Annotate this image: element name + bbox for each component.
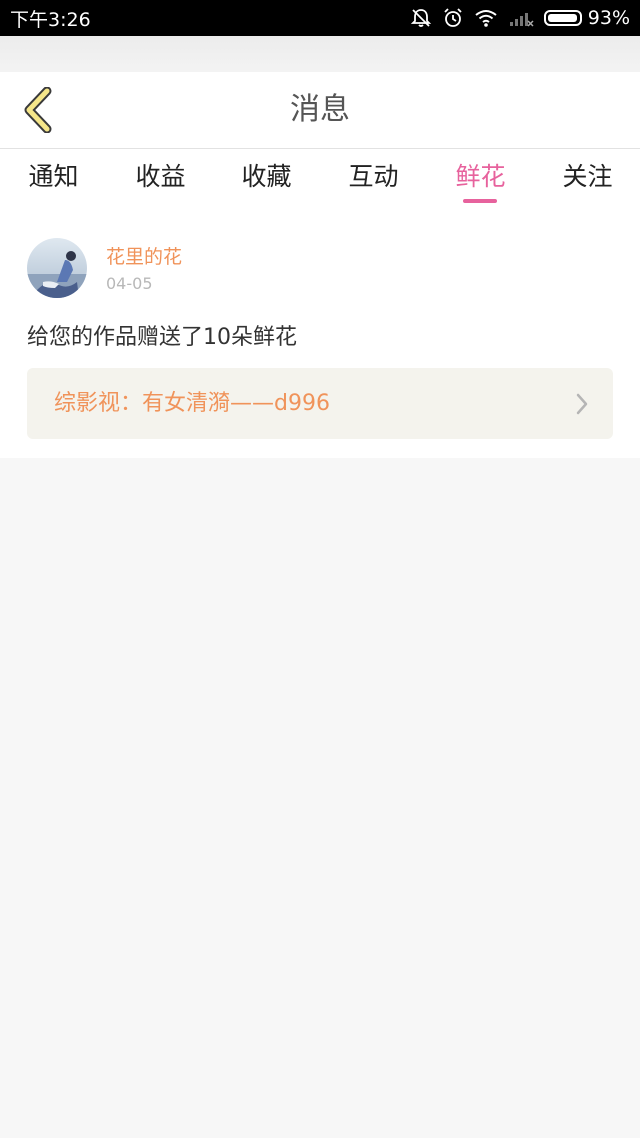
notification-item: 花里的花 04-05 给您的作品赠送了10朵鲜花 综影视：有女清漪——d996 [0, 209, 640, 458]
tab-favorites[interactable]: 收藏 [213, 149, 320, 205]
status-bar: 下午3:26 93% [0, 0, 640, 36]
back-button[interactable] [12, 84, 64, 136]
chevron-right-icon [576, 393, 588, 415]
sender-name[interactable]: 花里的花 [106, 242, 182, 269]
chevron-left-icon [24, 87, 52, 133]
battery-level: 93% [587, 7, 630, 29]
active-tab-indicator [463, 199, 497, 203]
alarm-icon [442, 7, 464, 29]
app-header: 消息 [0, 72, 640, 149]
status-time: 下午3:26 [10, 8, 91, 31]
tab-interactions[interactable]: 互动 [320, 149, 427, 205]
tab-follows[interactable]: 关注 [534, 149, 640, 205]
work-title: 综影视：有女清漪——d996 [54, 391, 330, 416]
work-link-card[interactable]: 综影视：有女清漪——d996 [27, 368, 613, 439]
toolbar-spacer [0, 36, 640, 72]
page-title: 消息 [290, 92, 350, 127]
tab-flowers[interactable]: 鲜花 [427, 149, 534, 205]
signal-icon [508, 8, 534, 28]
status-icons: 93% [410, 7, 640, 29]
battery-indicator: 93% [543, 7, 630, 29]
avatar[interactable] [27, 238, 87, 298]
tab-earnings[interactable]: 收益 [107, 149, 214, 205]
message-date: 04-05 [106, 274, 153, 293]
tab-notifications[interactable]: 通知 [0, 149, 107, 205]
bell-off-icon [410, 7, 432, 29]
battery-icon [543, 10, 582, 26]
message-text: 给您的作品赠送了10朵鲜花 [27, 325, 297, 350]
wifi-icon [474, 8, 498, 28]
tab-bar: 通知 收益 收藏 互动 鲜花 关注 [0, 149, 640, 209]
